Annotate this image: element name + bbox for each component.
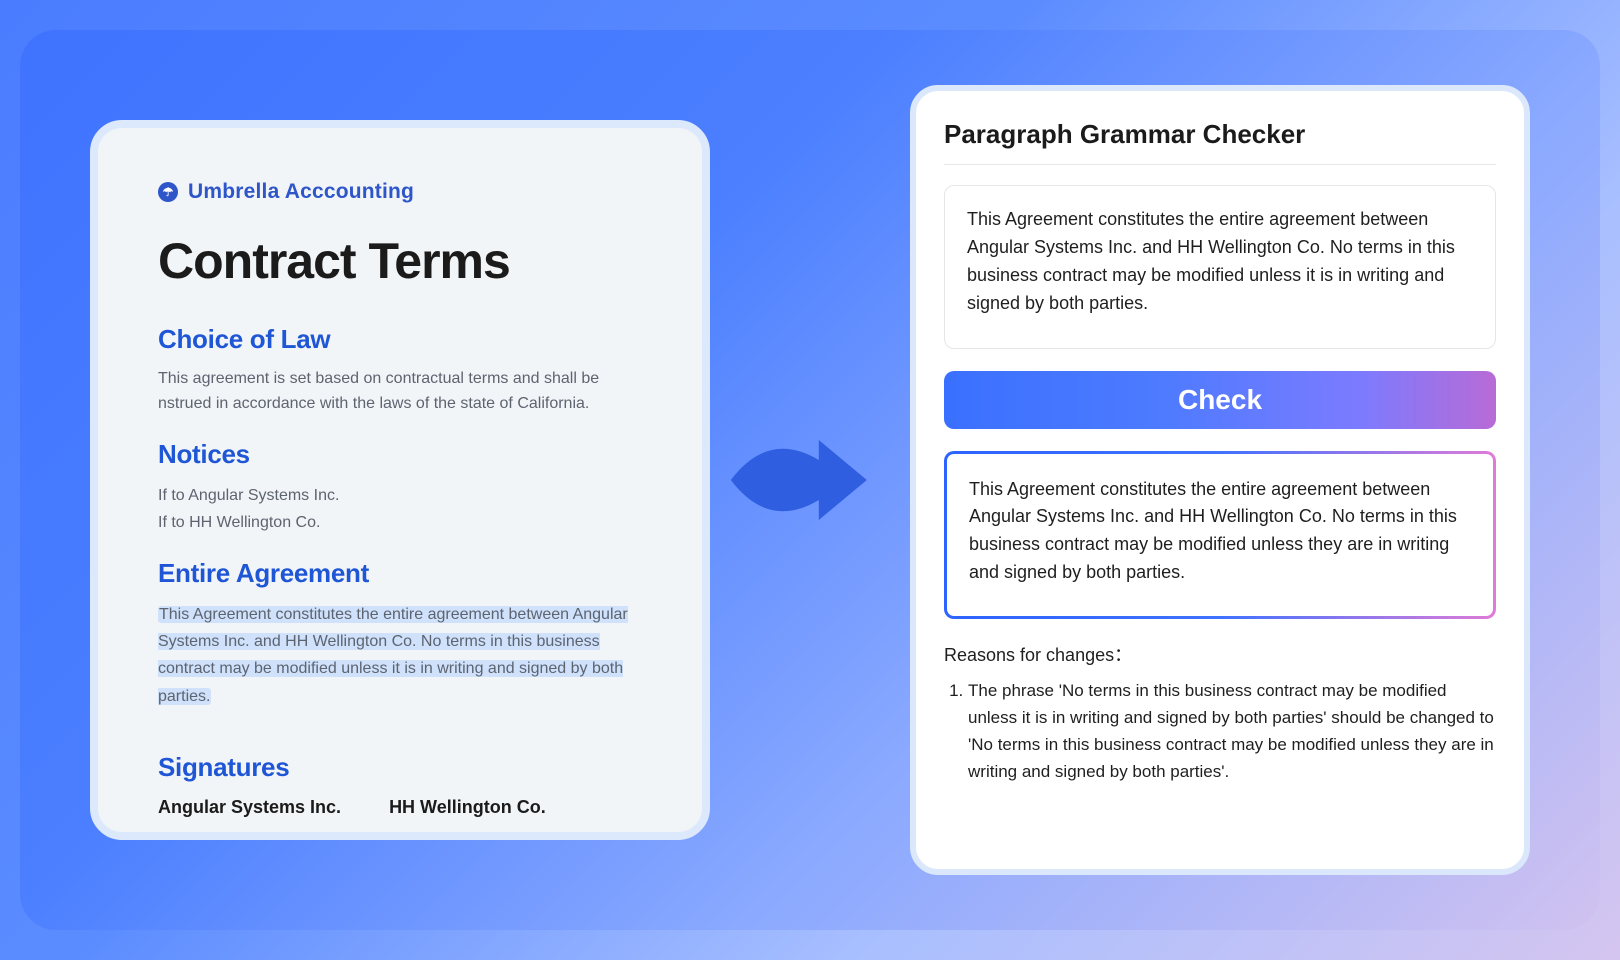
grammar-output: This Agreement constitutes the entire ag…: [944, 451, 1496, 619]
stage: ☂ Umbrella Acccounting Contract Terms Ch…: [20, 30, 1600, 930]
section-heading-signatures: Signatures: [158, 752, 642, 783]
grammar-checker-panel: Paragraph Grammar Checker This Agreement…: [910, 85, 1530, 875]
reasons-list: The phrase 'No terms in this business co…: [944, 677, 1496, 786]
arrow-right-icon: [729, 420, 869, 540]
section-heading-notices: Notices: [158, 439, 642, 470]
reasons-label: Reasons for changes：: [944, 641, 1496, 667]
brand-name: Umbrella Acccounting: [188, 180, 414, 204]
umbrella-logo-icon: ☂: [158, 182, 178, 202]
section-heading-entire: Entire Agreement: [158, 558, 642, 589]
grammar-input[interactable]: This Agreement constitutes the entire ag…: [944, 185, 1496, 349]
notice-line-2: If to HH Wellington Co.: [158, 509, 642, 536]
document-title: Contract Terms: [158, 232, 642, 290]
section-heading-law: Choice of Law: [158, 324, 642, 355]
signature-name-1: Angular Systems Inc.: [158, 797, 341, 818]
entire-agreement-highlighted[interactable]: This Agreement constitutes the entire ag…: [158, 601, 642, 710]
section-body-law: This agreement is set based on contractu…: [158, 367, 642, 417]
brand-row: ☂ Umbrella Acccounting: [158, 180, 642, 204]
reason-item: The phrase 'No terms in this business co…: [968, 677, 1496, 786]
panel-title: Paragraph Grammar Checker: [944, 119, 1496, 165]
notice-line-1: If to Angular Systems Inc.: [158, 482, 642, 509]
signature-row: Angular Systems Inc. HH Wellington Co.: [158, 797, 642, 818]
check-button[interactable]: Check: [944, 371, 1496, 429]
highlighted-text: This Agreement constitutes the entire ag…: [158, 606, 628, 705]
signature-name-2: HH Wellington Co.: [389, 797, 546, 818]
contract-document-card: ☂ Umbrella Acccounting Contract Terms Ch…: [90, 120, 710, 840]
